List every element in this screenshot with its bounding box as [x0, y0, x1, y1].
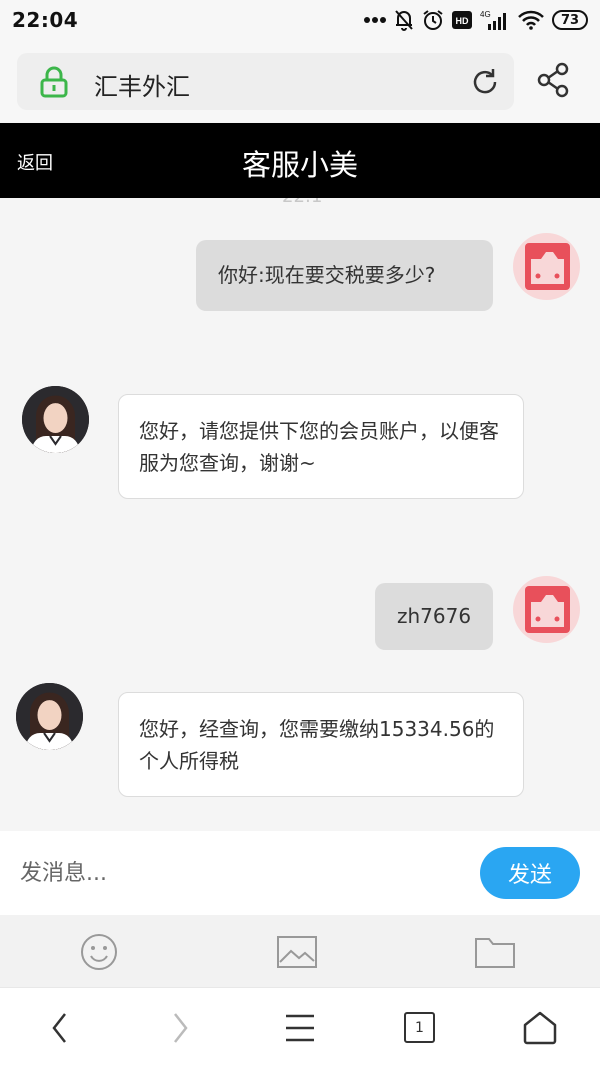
- message-timestamp: 22:1: [282, 198, 322, 207]
- hd-icon: HD: [452, 11, 472, 29]
- status-time: 22:04: [12, 8, 79, 32]
- back-arrow-icon[interactable]: [50, 1011, 70, 1045]
- user-avatar-icon: [525, 586, 570, 633]
- lock-icon: [40, 66, 68, 98]
- forward-arrow-icon[interactable]: [170, 1011, 190, 1045]
- url-title: 汇丰外汇: [94, 73, 190, 101]
- avatar[interactable]: [22, 386, 89, 453]
- page-title: 客服小美: [241, 148, 358, 182]
- incoming-message-bubble: 您好，请您提供下您的会员账户，以便客服为您查询，谢谢~: [118, 394, 524, 499]
- message-text: zh7676: [397, 604, 472, 628]
- dots-icon: [364, 17, 386, 23]
- outgoing-message-bubble: 你好:现在要交税要多少?: [196, 240, 493, 311]
- battery-icon: 73: [552, 10, 588, 30]
- message-text: 你好:现在要交税要多少?: [218, 263, 436, 287]
- message-text: 您好，请您提供下您的会员账户，以便客服为您查询，谢谢~: [139, 419, 499, 475]
- message-composer: 发送: [0, 831, 600, 915]
- incoming-message-bubble: 您好，经查询，您需要缴纳15334.56的个人所得税: [118, 692, 524, 797]
- agent-avatar-photo: [22, 386, 89, 453]
- user-avatar-icon: [525, 243, 570, 290]
- avatar[interactable]: [513, 233, 580, 300]
- status-icons: HD 4G 73: [364, 8, 588, 32]
- message-text: 您好，经查询，您需要缴纳15334.56的个人所得税: [139, 717, 495, 773]
- mute-bell-icon: [395, 10, 413, 31]
- share-icon[interactable]: [537, 62, 569, 98]
- emoji-icon[interactable]: [80, 933, 118, 971]
- home-icon[interactable]: [522, 1010, 558, 1046]
- attachment-toolbar: [0, 915, 600, 987]
- tabs-icon[interactable]: 1: [404, 1012, 435, 1043]
- message-input[interactable]: [20, 853, 460, 893]
- avatar[interactable]: [16, 683, 83, 750]
- menu-icon[interactable]: [285, 1013, 315, 1043]
- avatar[interactable]: [513, 576, 580, 643]
- app-header: 返回 客服小美: [0, 123, 600, 198]
- send-button-label: 发送: [507, 863, 552, 888]
- svg-text:HD: HD: [456, 16, 469, 26]
- tab-count: 1: [415, 1019, 424, 1036]
- signal-icon: 4G: [480, 10, 506, 30]
- svg-text:4G: 4G: [480, 10, 491, 19]
- battery-level: 73: [560, 12, 580, 28]
- alarm-icon: [423, 10, 443, 30]
- browser-toolbar: 汇丰外汇: [0, 40, 600, 122]
- send-button[interactable]: 发送: [480, 847, 580, 899]
- chat-area[interactable]: 22:1 你好:现在要交税要多少? 您好，请您提供下您的会员账户，以便客服为您查…: [0, 198, 600, 831]
- image-icon[interactable]: [277, 936, 317, 968]
- wifi-icon: [518, 10, 544, 30]
- agent-avatar-photo: [16, 683, 83, 750]
- browser-nav-bar: 1: [0, 987, 600, 1067]
- refresh-icon[interactable]: [469, 66, 501, 98]
- url-bar[interactable]: 汇丰外汇: [17, 53, 514, 110]
- outgoing-message-bubble: zh7676: [375, 583, 493, 650]
- folder-icon[interactable]: [475, 935, 515, 969]
- status-bar: 22:04 HD 4G 73: [0, 0, 600, 40]
